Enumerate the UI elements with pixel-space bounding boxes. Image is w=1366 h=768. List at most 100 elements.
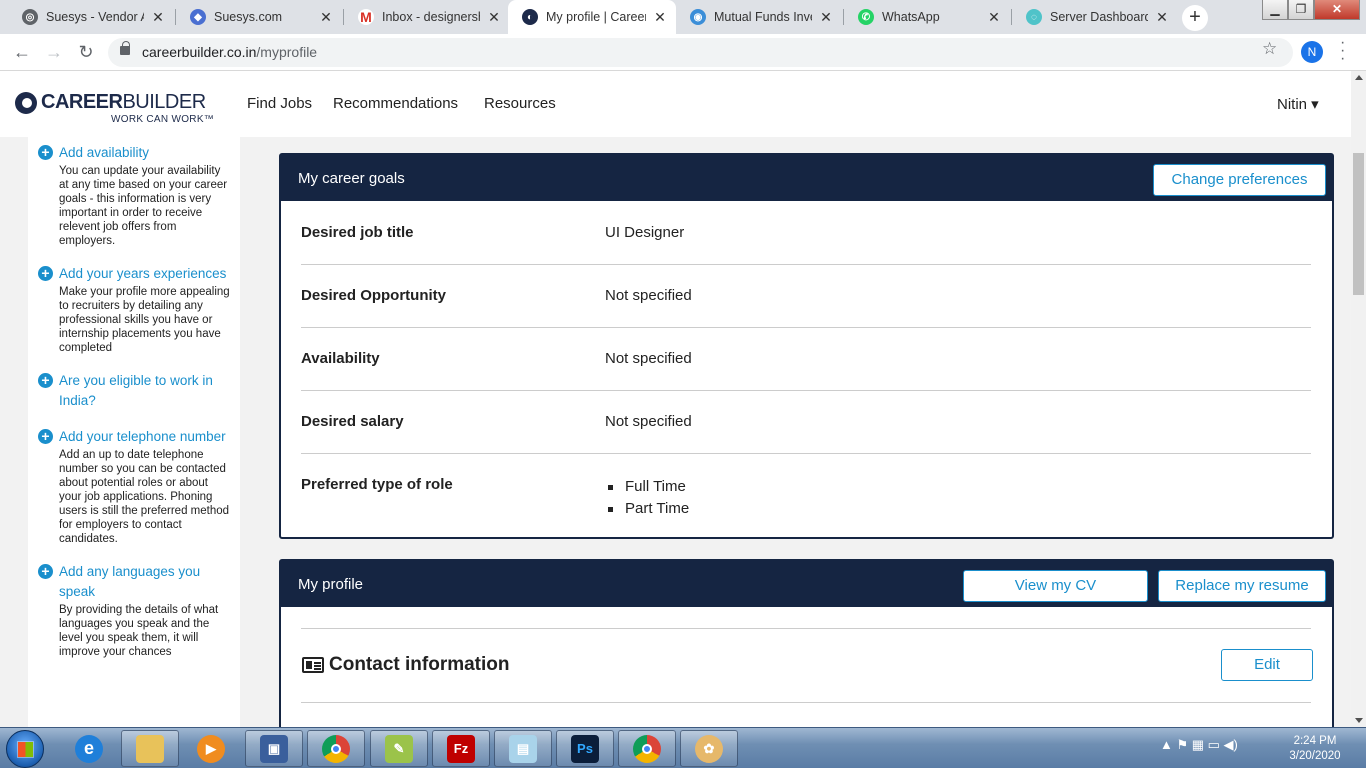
start-button[interactable] <box>6 730 44 768</box>
close-window-button[interactable]: ✕ <box>1314 0 1360 20</box>
suggestion-head[interactable]: + Add availability <box>38 143 230 163</box>
replace-resume-button[interactable]: Replace my resume <box>1158 570 1326 602</box>
generic-globe-icon: ◎ <box>22 9 38 25</box>
clock[interactable]: 2:24 PM 3/20/2020 <box>1280 734 1350 764</box>
browser-tab-strip: ◎ Suesys - Vendor Ac ✕ ◆ Suesys.com ✕ M … <box>0 0 1366 34</box>
tab-inbox[interactable]: M Inbox - designersh ✕ <box>344 0 510 34</box>
close-icon[interactable]: ✕ <box>150 9 166 26</box>
add-telephone-link[interactable]: Add your telephone number <box>59 427 226 447</box>
scroll-up-icon[interactable] <box>1355 75 1363 80</box>
edit-contact-button[interactable]: Edit <box>1221 649 1313 681</box>
nav-resources[interactable]: Resources <box>484 95 556 112</box>
suggestion-head[interactable]: + Add your telephone number <box>38 427 230 447</box>
list-item: Part Time <box>605 498 689 520</box>
suggestion-description: Add an up to date telephone number so yo… <box>59 449 230 545</box>
menu-icon[interactable]: · · · <box>1340 35 1345 67</box>
filezilla-icon[interactable]: Fz <box>432 730 490 767</box>
suggestion-head[interactable]: + Add your years experiences <box>38 264 230 284</box>
work-eligibility-link[interactable]: Are you eligible to work in India? <box>59 371 230 411</box>
row-value: UI Designer <box>605 224 685 241</box>
suggestion-head[interactable]: + Are you eligible to work in India? <box>38 371 230 411</box>
new-tab-button[interactable]: + <box>1182 5 1208 31</box>
card-title: My career goals <box>298 170 405 187</box>
row-label: Desired salary <box>301 413 404 430</box>
logo-mark-icon <box>15 92 37 114</box>
scroll-thumb[interactable] <box>1353 153 1364 295</box>
role-type-list: Full Time Part Time <box>605 476 689 520</box>
chrome-center <box>642 743 652 754</box>
row-label: Desired Opportunity <box>301 287 447 304</box>
add-experience-link[interactable]: Add your years experiences <box>59 264 226 284</box>
tab-suesys-vendor[interactable]: ◎ Suesys - Vendor Ac ✕ <box>8 0 174 34</box>
system-tray[interactable]: ▲ ⚑ ▦ ▭ ◀) <box>1160 737 1238 753</box>
chrome-glyph <box>322 734 350 763</box>
chrome-glyph <box>633 734 661 763</box>
paint-icon[interactable]: ✿ <box>680 730 738 767</box>
notepad-icon[interactable]: ▤ <box>494 730 552 767</box>
career-goals-card: My career goals Change preferences Desir… <box>279 153 1334 539</box>
row-label: Preferred type of role <box>301 476 453 493</box>
media-player-icon[interactable]: ▶ <box>182 730 240 767</box>
tab-my-profile[interactable]: ◐ My profile | Career ✕ <box>508 0 676 34</box>
server-dashboard-icon: ◌ <box>1026 9 1042 25</box>
avatar[interactable]: N <box>1301 41 1323 63</box>
tab-title: Suesys.com <box>214 10 283 24</box>
view-cv-button[interactable]: View my CV <box>963 570 1148 602</box>
change-preferences-button[interactable]: Change preferences <box>1153 164 1326 196</box>
page-scrollbar[interactable] <box>1351 71 1366 727</box>
row-label: Availability <box>301 350 380 367</box>
windows-taskbar: e ▶ ▣ ✎ Fz ▤ Ps ✿ ▲ ⚑ ▦ ▭ ◀) 2:24 PM 3/2… <box>0 727 1366 768</box>
row-value: Not specified <box>605 413 692 430</box>
back-icon[interactable]: ← <box>10 41 34 65</box>
maximize-button[interactable]: ❐ <box>1288 0 1314 20</box>
url-field[interactable]: careerbuilder.co.in/myprofile <box>108 38 1293 67</box>
ie-glyph: e <box>75 734 103 763</box>
notepad-plus-icon[interactable]: ✎ <box>370 730 428 767</box>
minimize-button[interactable]: ▁ <box>1262 0 1288 20</box>
plus-icon: + <box>38 145 53 160</box>
chrome-center <box>331 743 341 754</box>
tab-title: Server Dashboard <box>1050 10 1148 24</box>
tab-whatsapp[interactable]: ✆ WhatsApp ✕ <box>844 0 1010 34</box>
close-icon[interactable]: ✕ <box>652 9 668 26</box>
ie-icon[interactable]: e <box>60 730 118 767</box>
close-icon[interactable]: ✕ <box>1154 9 1170 26</box>
tab-server-dashboard[interactable]: ◌ Server Dashboard ✕ <box>1012 0 1178 34</box>
media-glyph: ▶ <box>197 734 225 763</box>
plus-icon: + <box>38 266 53 281</box>
suggestion-head[interactable]: + Add any languages you speak <box>38 562 230 602</box>
nav-find-jobs[interactable]: Find Jobs <box>247 95 312 112</box>
add-languages-link[interactable]: Add any languages you speak <box>59 562 230 602</box>
photoshop-icon[interactable]: Ps <box>556 730 614 767</box>
forward-icon[interactable]: → <box>42 41 66 65</box>
card-header: My profile View my CV Replace my resume <box>281 561 1332 607</box>
tab-mutual-funds[interactable]: ◉ Mutual Funds Inves ✕ <box>676 0 842 34</box>
scroll-down-icon[interactable] <box>1355 718 1363 723</box>
clock-date: 3/20/2020 <box>1289 750 1341 762</box>
reload-icon[interactable]: ↻ <box>74 41 98 65</box>
add-availability-link[interactable]: Add availability <box>59 143 149 163</box>
bookmark-star-icon[interactable]: ☆ <box>1262 39 1277 59</box>
close-icon[interactable]: ✕ <box>318 9 334 26</box>
network-glyph: ▣ <box>260 734 288 763</box>
logo-text-light: BUILDER <box>122 91 206 113</box>
nav-recommendations[interactable]: Recommendations <box>333 95 458 112</box>
chrome-icon[interactable] <box>618 730 676 767</box>
careerbuilder-icon: ◐ <box>522 9 538 25</box>
close-icon[interactable]: ✕ <box>986 9 1002 26</box>
user-menu[interactable]: Nitin ▾ <box>1277 95 1319 113</box>
network-icon[interactable]: ▣ <box>245 730 303 767</box>
suggestion-description: Make your profile more appealing to recr… <box>59 286 230 354</box>
contact-card-icon <box>302 657 324 673</box>
close-icon[interactable]: ✕ <box>486 9 502 26</box>
goal-row: Desired job title UI Designer <box>301 202 1311 265</box>
goal-row: Availability Not specified <box>301 328 1311 391</box>
notepad-plus-glyph: ✎ <box>385 734 413 763</box>
chrome-icon[interactable] <box>307 730 365 767</box>
suggestion-description: By providing the details of what languag… <box>59 604 219 658</box>
divider <box>301 702 1311 703</box>
close-icon[interactable]: ✕ <box>818 9 834 26</box>
explorer-icon[interactable] <box>121 730 179 767</box>
photoshop-glyph: Ps <box>571 734 599 763</box>
tab-suesys[interactable]: ◆ Suesys.com ✕ <box>176 0 342 34</box>
